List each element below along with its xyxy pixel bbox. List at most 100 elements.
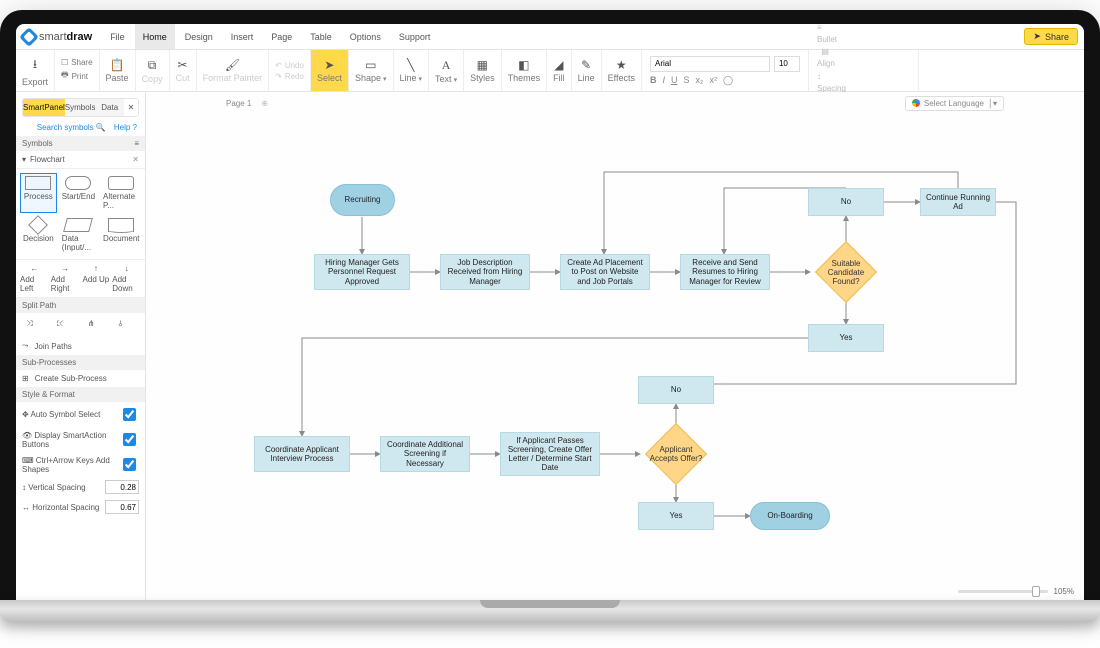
horizontal-spacing-row[interactable]: ↔ Horizontal Spacing (16, 497, 145, 517)
tab-smartpanel[interactable]: SmartPanel (23, 99, 65, 116)
add-left-button[interactable]: ←Add Left (20, 264, 49, 293)
node-ad-placement[interactable]: Create Ad Placement to Post on Website a… (560, 254, 650, 290)
shape-tool[interactable]: ▭Shape▾ (349, 50, 394, 91)
shape-palette: Process Start/End Alternate P... Decisio… (16, 169, 145, 259)
node-job-description[interactable]: Job Description Received from Hiring Man… (440, 254, 530, 290)
zoom-control[interactable]: 105% (958, 587, 1074, 596)
shape-decision[interactable]: Decision (20, 215, 57, 255)
paste-button[interactable]: 📋Paste (100, 50, 136, 91)
shape-process[interactable]: Process (20, 173, 57, 213)
menu-insert[interactable]: Insert (223, 24, 262, 49)
search-symbols-link[interactable]: Search symbols 🔍 (37, 123, 106, 132)
export-button[interactable]: ⭳Export (16, 50, 55, 91)
select-tool[interactable]: ➤Select (311, 50, 349, 91)
symbol-category[interactable]: ▾Flowchart✕ (16, 151, 145, 169)
create-sub-process-button[interactable]: ⊞Create Sub-Process (16, 370, 145, 387)
font-group: BIUSx₂x²◯ (642, 50, 809, 91)
share-button[interactable]: ➤ Share (1024, 28, 1078, 45)
paragraph-group[interactable]: ≡ Bullet ▤ Align ↕ Spacing ⇄ Text Direct… (809, 50, 919, 91)
symbols-header: Symbols≡ (16, 136, 145, 151)
shape-document[interactable]: Document (100, 215, 142, 255)
vertical-spacing-row[interactable]: ↕ Vertical Spacing (16, 477, 145, 497)
brand-bold: draw (67, 31, 93, 43)
panel-tabs: SmartPanel Symbols Data ✕ (22, 98, 139, 117)
node-no-1[interactable]: No (808, 188, 884, 216)
page-label[interactable]: Page 1 (226, 99, 251, 108)
add-right-button[interactable]: →Add Right (51, 264, 80, 293)
text-format-row[interactable]: BIUSx₂x²◯ (650, 75, 733, 86)
menu-file[interactable]: File (102, 24, 133, 49)
add-page-icon[interactable]: ⊕ (261, 99, 268, 108)
language-selector[interactable]: Select Language│▾ (905, 96, 1004, 111)
node-interview[interactable]: Coordinate Applicant Interview Process (254, 436, 350, 472)
smart-panel: SmartPanel Symbols Data ✕ Search symbols… (16, 92, 146, 600)
menu-home[interactable]: Home (135, 24, 175, 49)
brand-prefix: smart (39, 31, 67, 43)
logo-icon (19, 27, 39, 47)
undo-redo-group[interactable]: ↶ Undo↷ Redo (269, 50, 311, 91)
ctrl-arrow-check[interactable]: ⌨ Ctrl+Arrow Keys Add Shapes (16, 452, 145, 477)
menu-bar: smartdraw File Home Design Insert Page T… (16, 24, 1084, 50)
node-hiring-request[interactable]: Hiring Manager Gets Personnel Request Ap… (314, 254, 410, 290)
cut-button[interactable]: ✂Cut (170, 50, 197, 91)
effects-button[interactable]: ★Effects (602, 50, 642, 91)
style-format-header: Style & Format (16, 387, 145, 402)
close-icon[interactable]: ✕ (132, 155, 139, 164)
fill-button[interactable]: ◢Fill (547, 50, 572, 91)
themes-button[interactable]: ◧Themes (502, 50, 548, 91)
shape-startend[interactable]: Start/End (59, 173, 98, 213)
split-options[interactable]: ⤨⤪⋔⫰ (16, 313, 145, 337)
menu-icon[interactable]: ≡ (134, 139, 139, 148)
add-direction-row: ←Add Left →Add Right ↑Add Up ↓Add Down (16, 259, 145, 298)
menu-support[interactable]: Support (391, 24, 439, 49)
node-offer[interactable]: If Applicant Passes Screening, Create Of… (500, 432, 600, 476)
node-no-2[interactable]: No (638, 376, 714, 404)
shape-alternate[interactable]: Alternate P... (100, 173, 142, 213)
node-yes-2[interactable]: Yes (638, 502, 714, 530)
join-paths-button[interactable]: ⤳Join Paths (16, 337, 145, 355)
node-screening[interactable]: Coordinate Additional Screening if Neces… (380, 436, 470, 472)
node-onboarding[interactable]: On-Boarding (750, 502, 830, 530)
zoom-slider[interactable] (958, 590, 1048, 593)
node-resumes[interactable]: Receive and Send Resumes to Hiring Manag… (680, 254, 770, 290)
font-size-input[interactable] (774, 56, 800, 72)
shape-data[interactable]: Data (Input/... (59, 215, 98, 255)
help-link[interactable]: Help ? (114, 123, 137, 132)
sub-process-header: Sub-Processes (16, 355, 145, 370)
tab-symbols[interactable]: Symbols (65, 99, 96, 116)
tab-data[interactable]: Data (95, 99, 124, 116)
laptop-base (0, 600, 1100, 622)
split-path-header: Split Path (16, 298, 145, 313)
node-decision-candidate[interactable]: Suitable Candidate Found? (810, 244, 882, 300)
drawing-canvas[interactable]: Recruiting Hiring Manager Gets Personnel… (152, 114, 1078, 580)
share-label: Share (1045, 32, 1069, 42)
copy-button[interactable]: ⧉Copy (136, 50, 170, 91)
format-painter-button[interactable]: 🖌Format Painter (197, 50, 270, 91)
menu-options[interactable]: Options (342, 24, 389, 49)
add-up-button[interactable]: ↑Add Up (82, 264, 111, 293)
page-bar: Page 1 ⊕ Select Language│▾ (146, 92, 1084, 114)
node-yes-1[interactable]: Yes (808, 324, 884, 352)
text-tool[interactable]: AText▾ (429, 50, 464, 91)
globe-icon (912, 99, 920, 107)
ribbon: ⭳Export ☐ Share🖶 Print 📋Paste ⧉Copy ✂Cut… (16, 50, 1084, 92)
menu-design[interactable]: Design (177, 24, 221, 49)
node-decision-offer[interactable]: Applicant Accepts Offer? (640, 426, 712, 482)
connector-lines (152, 114, 1078, 580)
node-continue-ad[interactable]: Continue Running Ad (920, 188, 996, 216)
font-name-input[interactable] (650, 56, 770, 72)
add-down-button[interactable]: ↓Add Down (112, 264, 141, 293)
auto-symbol-check[interactable]: ✥ Auto Symbol Select (16, 402, 145, 427)
close-panel-icon[interactable]: ✕ (124, 99, 138, 116)
app-logo: smartdraw (22, 30, 92, 44)
display-smartaction-check[interactable]: 👁 Display SmartAction Buttons (16, 427, 145, 452)
line-style-button[interactable]: ✎Line (572, 50, 602, 91)
chevron-down-icon: ▾ (22, 155, 26, 164)
menu-table[interactable]: Table (302, 24, 340, 49)
share-print-group[interactable]: ☐ Share🖶 Print (55, 50, 100, 91)
zoom-value: 105% (1054, 587, 1074, 596)
node-recruiting[interactable]: Recruiting (330, 184, 395, 216)
line-tool[interactable]: ╲Line▾ (394, 50, 430, 91)
menu-page[interactable]: Page (263, 24, 300, 49)
styles-button[interactable]: ▦Styles (464, 50, 502, 91)
